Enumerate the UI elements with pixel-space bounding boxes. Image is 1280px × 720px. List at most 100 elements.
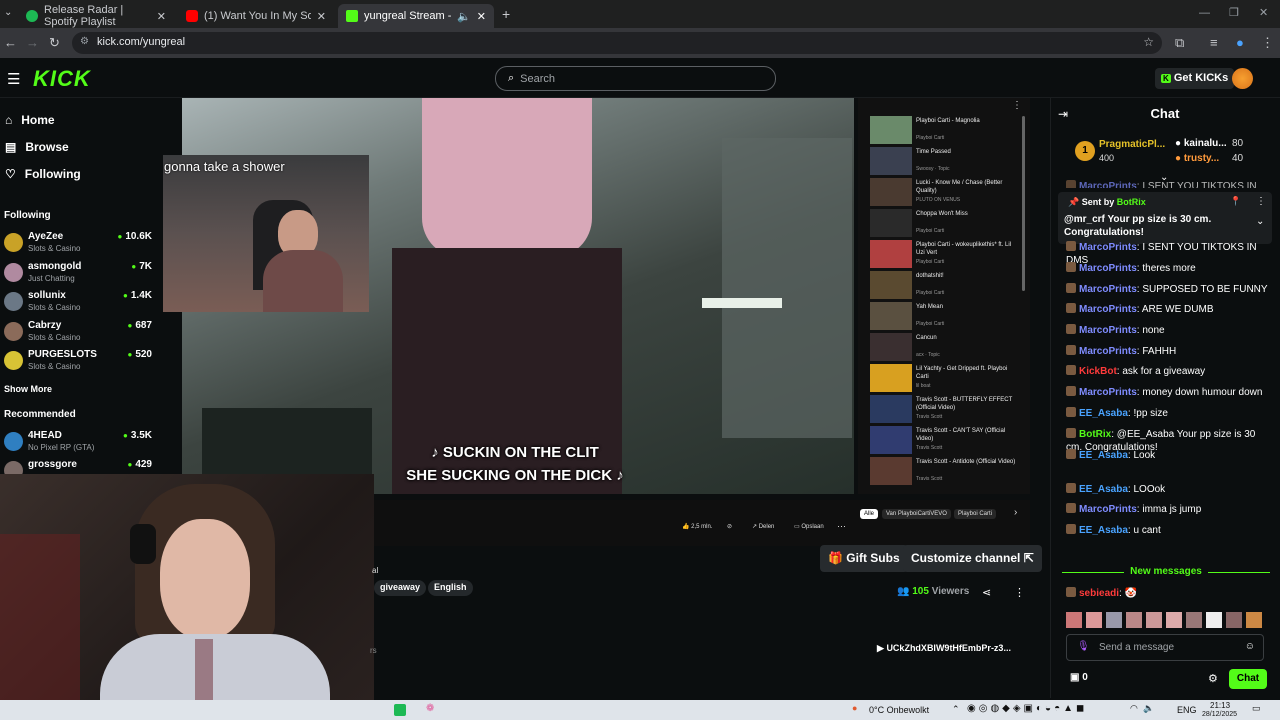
profile-icon[interactable]: ●	[1236, 35, 1244, 50]
youtube-link[interactable]: ▶ UCkZhdXBlW9tHfEmbPr-z3...	[877, 643, 1011, 654]
chat-message[interactable]: MarcoPrints: none	[1066, 324, 1271, 337]
notifications-icon[interactable]: ▭	[1252, 703, 1261, 714]
chat-message[interactable]: MarcoPrints: money down humour down	[1066, 386, 1271, 399]
emote[interactable]	[1146, 612, 1162, 628]
chat-username[interactable]: EE_Asaba	[1079, 408, 1128, 419]
back-icon[interactable]: ←	[4, 35, 17, 50]
chat-message[interactable]: EE_Asaba: u cant	[1066, 524, 1271, 537]
close-icon[interactable]: ✕	[317, 10, 326, 23]
nav-browse[interactable]: ▤ Browse	[5, 140, 69, 154]
chat-username[interactable]: MarcoPrints	[1079, 387, 1137, 398]
chat-message[interactable]: EE_Asaba: !pp size	[1066, 407, 1271, 420]
nav-home[interactable]: ⌂ Home	[5, 113, 55, 127]
sidebar-channel-4head[interactable]: 4HEAD No Pixel RP (GTA) 3.5K	[4, 430, 154, 458]
emote[interactable]	[1226, 612, 1242, 628]
emote[interactable]	[1106, 612, 1122, 628]
sidebar-channel-sollunix[interactable]: sollunix Slots & Casino 1.4K	[4, 290, 154, 318]
customize-channel-button[interactable]: Customize channel ⇱	[903, 545, 1042, 572]
chat-username[interactable]: KickBot	[1079, 366, 1117, 377]
emote[interactable]	[1126, 612, 1142, 628]
chat-username[interactable]: MarcoPrints	[1079, 346, 1137, 357]
chat-message-latest[interactable]: sebieadi: 🤡	[1066, 587, 1271, 600]
emote[interactable]	[1206, 612, 1222, 628]
new-messages-divider[interactable]: New messages	[1062, 566, 1270, 577]
leaderboard-entry-3[interactable]: ● trusty...	[1175, 153, 1219, 164]
chat-username[interactable]: MarcoPrints	[1079, 304, 1137, 315]
chat-username[interactable]: MarcoPrints	[1079, 284, 1137, 295]
playlist-item[interactable]: Cancun acx · Topic	[870, 332, 1028, 363]
extensions-icon[interactable]: ⧉	[1175, 35, 1184, 51]
chevron-right-icon[interactable]: ›	[1014, 507, 1017, 518]
forward-icon[interactable]: →	[26, 35, 39, 50]
tag-english[interactable]: English	[428, 580, 473, 596]
microphone-icon[interactable]: 🎙	[1077, 641, 1090, 652]
taskbar-app-icon[interactable]: ❁	[426, 703, 434, 714]
emote[interactable]	[1246, 612, 1262, 628]
leaderboard-entry-2[interactable]: ● kainalu...	[1175, 138, 1227, 149]
hamburger-menu-icon[interactable]: ☰	[7, 70, 20, 88]
chat-username[interactable]: MarcoPrints	[1079, 242, 1137, 253]
sidebar-channel-asmongold[interactable]: asmongold Just Chatting 7K	[4, 261, 154, 289]
playlist-item[interactable]: Playboi Carti - Magnolia Playboi Carti	[870, 115, 1028, 146]
search-input[interactable]: ⌕ Search	[495, 66, 776, 91]
chip-playboi-carti[interactable]: Playboi Carti	[954, 509, 997, 519]
tab-search-icon[interactable]: ⌄	[4, 7, 12, 18]
chat-message[interactable]: EE_Asaba: Look	[1066, 449, 1271, 462]
playlist-item[interactable]: Travis Scott - Antidote (Official Video)…	[870, 456, 1028, 487]
chip-from-vevo[interactable]: Van PlayboiCartiVEVO	[882, 509, 951, 519]
emote[interactable]	[1066, 612, 1082, 628]
get-kicks-button[interactable]: K Get KICKs	[1155, 68, 1235, 89]
playlist-item[interactable]: Lucki - Know Me / Chase (Better Quality)…	[870, 177, 1028, 208]
tab-spotify[interactable]: Release Radar | Spotify Playlist ✕	[18, 4, 174, 28]
chat-message[interactable]: MarcoPrints: ARE WE DUMB	[1066, 303, 1271, 316]
leaderboard-top-name[interactable]: PragmaticPl...	[1099, 139, 1165, 150]
nav-following[interactable]: ♡ Following	[5, 167, 81, 181]
playlist-item[interactable]: Travis Scott - CAN'T SAY (Official Video…	[870, 425, 1028, 456]
chat-message[interactable]: MarcoPrints: imma js jump	[1066, 503, 1271, 516]
playlist-item[interactable]: Lil Yachty - Get Dripped ft. Playboi Car…	[870, 363, 1028, 394]
chat-username[interactable]: sebieadi	[1079, 588, 1119, 599]
pinned-message[interactable]: 📌 Sent by BotRix @mr_crf Your pp size is…	[1058, 192, 1272, 244]
clock-time[interactable]: 21:13	[1210, 701, 1230, 710]
tab-kick[interactable]: yungreal Stream - Watch Li 🔈 ✕	[338, 4, 494, 28]
pinned-menu-icon[interactable]: ⋮	[1256, 196, 1266, 207]
chat-message-input[interactable]: 🎙 Send a message ☺	[1066, 634, 1264, 661]
chat-message[interactable]: MarcoPrints: FAHHH	[1066, 345, 1271, 358]
close-icon[interactable]: ✕	[157, 10, 166, 23]
chat-username[interactable]: EE_Asaba	[1079, 484, 1128, 495]
playlist-item[interactable]: Time Passed Swoosy · Topic	[870, 146, 1028, 177]
url-field[interactable]: ⚙ kick.com/yungreal ☆	[72, 32, 1162, 54]
taskbar-app-icon[interactable]	[394, 704, 406, 716]
tray-icons[interactable]: ◉◎◍◆◈▣◐◒◓▲◼	[967, 703, 1087, 714]
show-more-link[interactable]: Show More	[4, 384, 52, 394]
minimize-icon[interactable]: —	[1199, 7, 1210, 19]
sidebar-channel-cabrzy[interactable]: Cabrzy Slots & Casino 687	[4, 320, 154, 348]
gift-subs-button[interactable]: 🎁 Gift Subs	[820, 545, 908, 572]
close-window-icon[interactable]: ✕	[1259, 6, 1268, 19]
user-avatar[interactable]	[1232, 68, 1253, 89]
chat-username[interactable]: BotRix	[1079, 429, 1111, 440]
chat-username[interactable]: MarcoPrints	[1079, 325, 1137, 336]
chat-username[interactable]: EE_Asaba	[1079, 525, 1128, 536]
share-icon[interactable]: ⋖	[982, 586, 991, 599]
playlist-item[interactable]: Playboi Carti - wokeuplikethis* ft. Lil …	[870, 239, 1028, 270]
tab-youtube[interactable]: (1) Want You In My Soul (feat. S ✕	[178, 4, 334, 28]
emote[interactable]	[1186, 612, 1202, 628]
site-info-icon[interactable]: ⚙	[80, 36, 89, 47]
chat-message[interactable]: MarcoPrints: theres more	[1066, 262, 1271, 275]
chip-all[interactable]: Alle	[860, 509, 879, 519]
wifi-icon[interactable]: ◠	[1130, 703, 1138, 714]
chat-username[interactable]: EE_Asaba	[1079, 450, 1128, 461]
chat-username[interactable]: MarcoPrints	[1079, 263, 1137, 274]
tag-giveaway[interactable]: giveaway	[374, 580, 427, 596]
volume-icon[interactable]: 🔈	[1143, 703, 1154, 714]
weather-text[interactable]: 0°C Onbewolkt	[869, 705, 929, 715]
dislike-button[interactable]: ⊘	[727, 523, 732, 530]
chat-message[interactable]: EE_Asaba: LOOok	[1066, 483, 1271, 496]
chat-message[interactable]: MarcoPrints: SUPPOSED TO BE FUNNY	[1066, 283, 1271, 296]
chat-message[interactable]: KickBot: ask for a giveaway	[1066, 365, 1271, 378]
chat-username[interactable]: MarcoPrints	[1079, 181, 1137, 188]
like-button[interactable]: 👍 2,5 mln.	[682, 523, 712, 530]
close-icon[interactable]: ✕	[477, 10, 486, 23]
more-icon[interactable]: ⋯	[837, 521, 846, 532]
